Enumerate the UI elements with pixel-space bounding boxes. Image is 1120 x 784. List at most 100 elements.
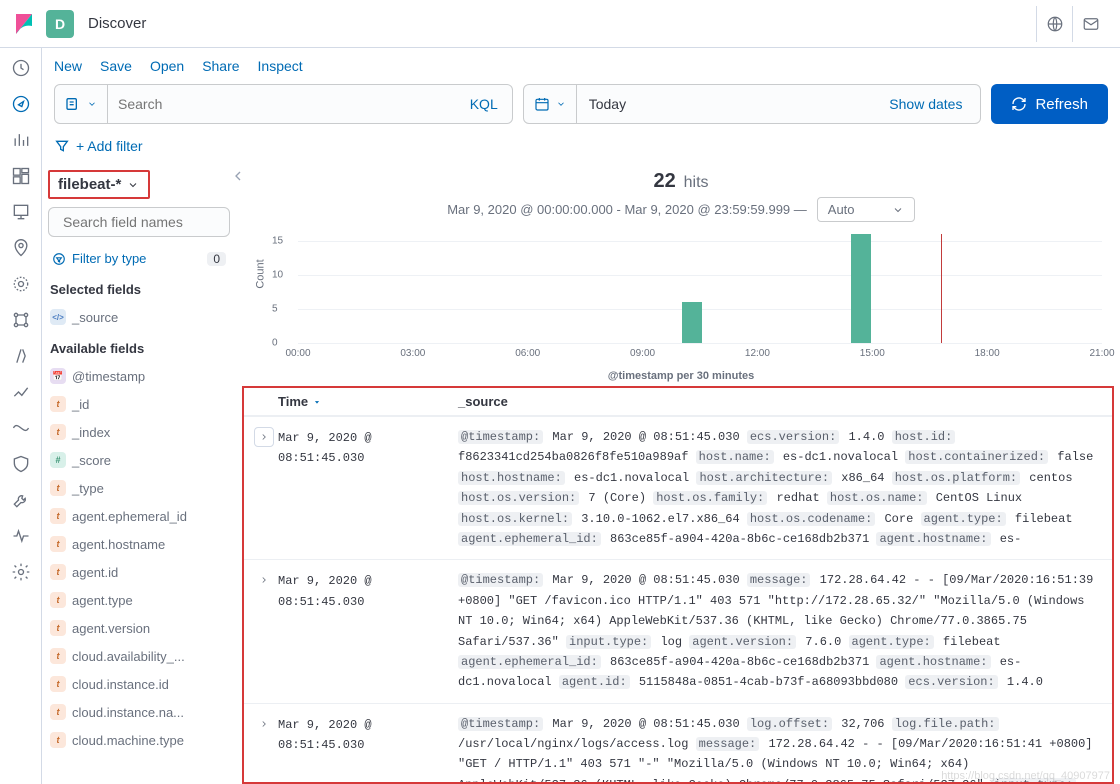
x-axis-label: @timestamp per 30 minutes	[242, 370, 1120, 386]
field-item[interactable]: # _score	[48, 446, 230, 474]
field-token-icon: t	[50, 480, 66, 496]
field-token-icon: #	[50, 452, 66, 468]
field-key: message:	[696, 737, 760, 751]
open-button[interactable]: Open	[150, 58, 184, 74]
field-key: host.os.version:	[458, 491, 579, 505]
field-item[interactable]: t _type	[48, 474, 230, 502]
nav-recent-icon[interactable]	[11, 58, 31, 78]
field-key: ecs.version:	[747, 430, 839, 444]
field-key: @timestamp:	[458, 717, 543, 731]
field-token-icon: </>	[50, 309, 66, 325]
inspect-button[interactable]: Inspect	[258, 58, 303, 74]
time-column-header[interactable]: Time	[278, 394, 458, 409]
quick-select-button[interactable]	[524, 96, 576, 112]
field-item[interactable]: t_id	[48, 390, 230, 418]
nav-dashboard-icon[interactable]	[11, 166, 31, 186]
row-time: Mar 9, 2020 @ 08:51:45.030	[278, 427, 458, 549]
field-name: _type	[72, 481, 104, 496]
histogram-bar[interactable]	[682, 302, 702, 343]
field-key: host.hostname:	[458, 471, 565, 485]
space-badge[interactable]: D	[46, 10, 74, 38]
field-item[interactable]: tagent.version	[48, 614, 230, 642]
mail-icon[interactable]	[1072, 6, 1108, 42]
field-key: log.file.path:	[892, 717, 999, 731]
range-text: Mar 9, 2020 @ 00:00:00.000 - Mar 9, 2020…	[447, 202, 807, 217]
field-name: agent.id	[72, 565, 118, 580]
share-button[interactable]: Share	[202, 58, 239, 74]
hits-label: hits	[684, 174, 709, 191]
field-item[interactable]: tcloud.instance.id	[48, 670, 230, 698]
field-search-box	[48, 207, 230, 237]
field-item[interactable]: t cloud.instance.na...	[48, 698, 230, 726]
save-button[interactable]: Save	[100, 58, 132, 74]
interval-value: Auto	[828, 202, 855, 217]
histogram-bar[interactable]	[851, 234, 871, 343]
nav-uptime-icon[interactable]	[11, 418, 31, 438]
field-item[interactable]: tagent.ephemeral_id	[48, 502, 230, 530]
nav-monitoring-icon[interactable]	[11, 526, 31, 546]
field-search-input[interactable]	[63, 214, 244, 230]
field-name: agent.version	[72, 621, 150, 636]
field-name: _score	[72, 453, 111, 468]
field-token-icon: t	[50, 732, 66, 748]
show-dates-button[interactable]: Show dates	[871, 96, 980, 112]
field-item[interactable]: tagent.hostname	[48, 530, 230, 558]
filter-by-type[interactable]: Filter by type 0	[48, 245, 230, 276]
news-icon[interactable]	[1036, 6, 1072, 42]
filter-type-icon	[52, 252, 66, 266]
nav-canvas-icon[interactable]	[11, 202, 31, 222]
action-menu: New Save Open Share Inspect	[42, 48, 1120, 80]
field-name: cloud.instance.na...	[72, 705, 184, 720]
interval-select[interactable]: Auto	[817, 197, 915, 222]
fields-sidebar: filebeat-* Filter by type 0 Selected fie…	[42, 164, 236, 784]
nav-visualize-icon[interactable]	[11, 130, 31, 150]
kql-toggle[interactable]: KQL	[456, 96, 512, 112]
expand-row-icon[interactable]	[254, 427, 274, 447]
source-column-header[interactable]: _source	[458, 394, 1102, 409]
field-key: agent.hostname:	[876, 532, 990, 546]
nav-devtools-icon[interactable]	[11, 490, 31, 510]
field-key: host.os.codename:	[747, 512, 875, 526]
nav-management-icon[interactable]	[11, 562, 31, 582]
expand-row-icon[interactable]	[254, 570, 274, 590]
app-title: Discover	[88, 15, 146, 32]
field-item[interactable]: t agent.id	[48, 558, 230, 586]
field-key: agent.ephemeral_id:	[458, 655, 601, 669]
date-picker: Today Show dates	[523, 84, 982, 124]
nav-apm-icon[interactable]	[11, 382, 31, 402]
filter-type-count: 0	[207, 252, 226, 266]
nav-siem-icon[interactable]	[11, 454, 31, 474]
field-item[interactable]: tagent.type	[48, 586, 230, 614]
new-button[interactable]: New	[54, 58, 82, 74]
saved-query-menu[interactable]	[55, 96, 107, 112]
add-filter-button[interactable]: + Add filter	[76, 138, 143, 154]
available-fields-list: 📅@timestampt_idt_index#_scoret_typetagen…	[48, 362, 230, 754]
date-value[interactable]: Today	[577, 96, 872, 112]
field-item[interactable]: tcloud.availability_...	[48, 642, 230, 670]
refresh-button[interactable]: Refresh	[991, 84, 1108, 124]
field-item[interactable]: 📅@timestamp	[48, 362, 230, 390]
nav-metrics-icon[interactable]	[11, 310, 31, 330]
field-item[interactable]: t_index	[48, 418, 230, 446]
field-token-icon: t	[50, 424, 66, 440]
search-input[interactable]	[108, 85, 456, 123]
filter-type-label: Filter by type	[72, 251, 146, 266]
nav-logs-icon[interactable]	[11, 346, 31, 366]
documents-table: Time _source Mar 9, 2020 @ 08:51:45.030 @…	[242, 386, 1114, 784]
field-token-icon: t	[50, 564, 66, 580]
field-token-icon: t	[50, 704, 66, 720]
histogram[interactable]: Count 05101500:0003:0006:0009:0012:0015:…	[268, 234, 1120, 364]
field-name: cloud.machine.type	[72, 733, 184, 748]
kibana-logo	[12, 12, 36, 36]
field-token-icon: t	[50, 396, 66, 412]
nav-discover-icon[interactable]	[11, 94, 31, 114]
field-key: agent.version:	[689, 635, 796, 649]
filter-menu-icon[interactable]	[54, 138, 70, 154]
expand-row-icon[interactable]	[254, 714, 274, 734]
nav-ml-icon[interactable]	[11, 274, 31, 294]
field-item[interactable]: t cloud.machine.type	[48, 726, 230, 754]
nav-maps-icon[interactable]	[11, 238, 31, 258]
field-item[interactable]: </>_source	[48, 303, 230, 331]
watermark: https://blog.csdn.net/qq_40907977	[941, 770, 1110, 782]
index-pattern-select[interactable]: filebeat-*	[48, 170, 150, 199]
